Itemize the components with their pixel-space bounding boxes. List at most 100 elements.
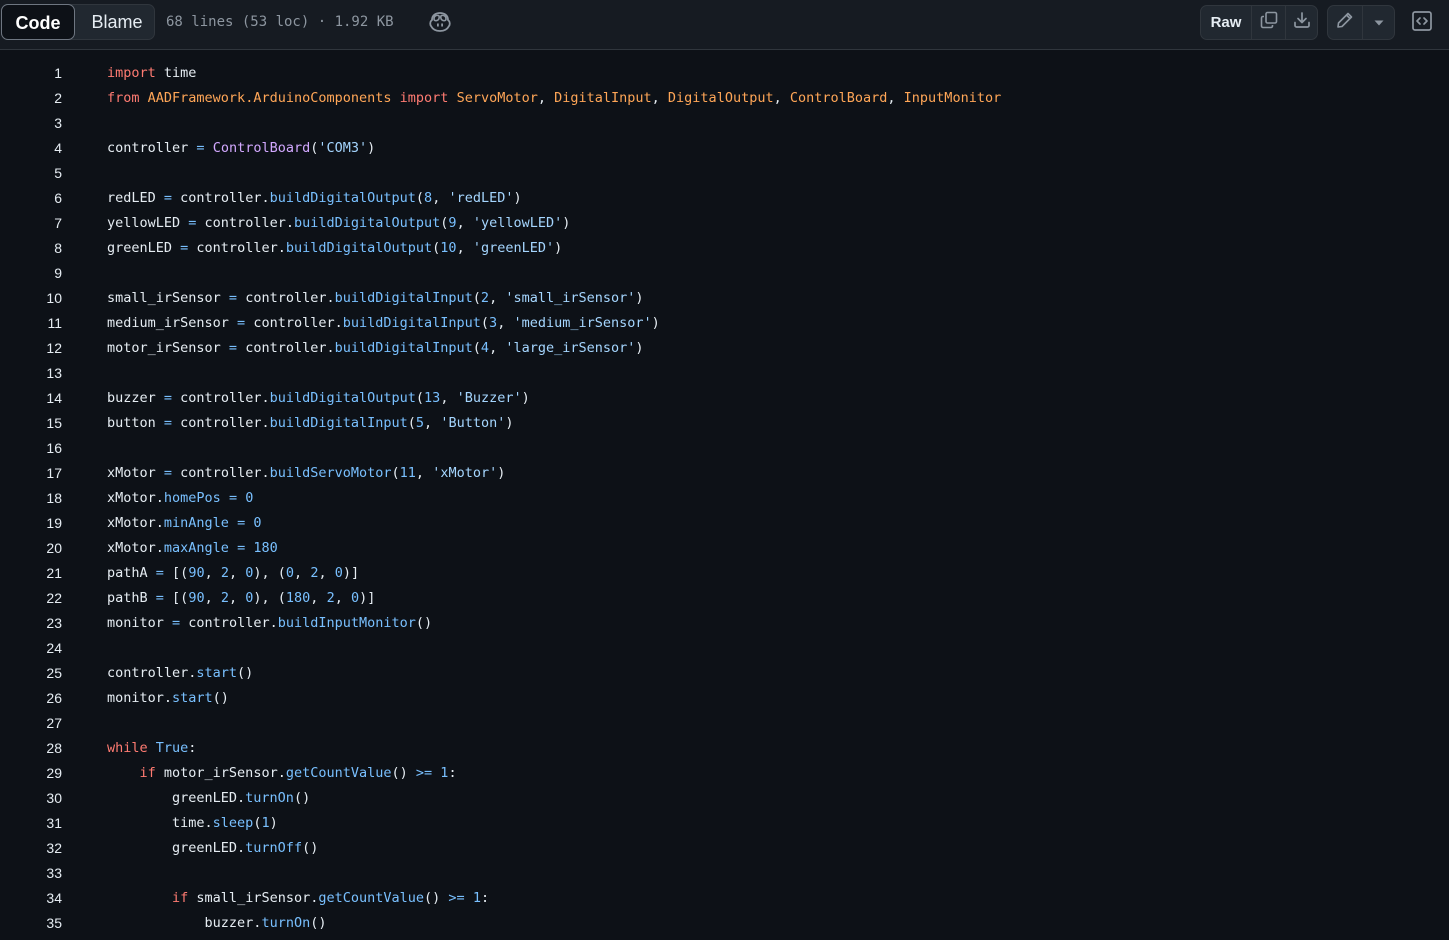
- copilot-icon[interactable]: [428, 11, 452, 33]
- line-number[interactable]: 16: [0, 436, 62, 461]
- line-number[interactable]: 5: [0, 161, 62, 186]
- code-token: ,: [334, 590, 351, 606]
- code-token: ): [505, 415, 514, 431]
- code-token: 0: [350, 590, 360, 606]
- code-token: 9: [448, 215, 457, 231]
- line-number[interactable]: 29: [0, 761, 62, 786]
- raw-button-label: Raw: [1210, 14, 1242, 31]
- tab-code[interactable]: Code: [1, 4, 75, 40]
- code-line: 29 if motor_irSensor.getCountValue() >= …: [0, 761, 1449, 786]
- line-number[interactable]: 33: [0, 861, 62, 886]
- code-token: redLED: [107, 190, 164, 206]
- line-number[interactable]: 13: [0, 361, 62, 386]
- line-number[interactable]: 10: [0, 286, 62, 311]
- code-token: pathB: [107, 590, 156, 606]
- code-token: controller.: [196, 215, 294, 231]
- line-number[interactable]: 28: [0, 736, 62, 761]
- code-line: 30 greenLED.turnOn(): [0, 786, 1449, 811]
- line-number[interactable]: 4: [0, 136, 62, 161]
- line-code: small_irSensor = controller.buildDigital…: [107, 286, 644, 311]
- line-number[interactable]: 18: [0, 486, 62, 511]
- code-token: :: [480, 890, 490, 906]
- line-number[interactable]: 9: [0, 261, 62, 286]
- line-code: pathA = [(90, 2, 0), (0, 2, 0)]: [107, 561, 359, 586]
- code-token: (): [237, 665, 254, 681]
- code-token: True: [155, 740, 189, 756]
- copy-raw-button[interactable]: [1252, 6, 1285, 39]
- code-token: =: [228, 490, 238, 506]
- line-number[interactable]: 32: [0, 836, 62, 861]
- code-line: 1 import time: [0, 61, 1449, 86]
- line-number[interactable]: 1: [0, 61, 62, 86]
- line-number[interactable]: 11: [0, 311, 62, 336]
- line-number[interactable]: 14: [0, 386, 62, 411]
- more-edit-options-button[interactable]: [1363, 6, 1395, 39]
- line-number[interactable]: 17: [0, 461, 62, 486]
- code-token: 4: [480, 340, 490, 356]
- code-line: 10 small_irSensor = controller.buildDigit…: [0, 286, 1449, 311]
- symbols-panel-button[interactable]: [1406, 7, 1438, 39]
- line-code: xMotor.homePos = 0: [107, 486, 253, 511]
- line-number[interactable]: 22: [0, 586, 62, 611]
- code-token: start: [196, 665, 238, 681]
- code-token: [(: [163, 590, 189, 606]
- line-number[interactable]: 7: [0, 211, 62, 236]
- line-number[interactable]: 34: [0, 886, 62, 911]
- line-number[interactable]: 20: [0, 536, 62, 561]
- line-number[interactable]: 15: [0, 411, 62, 436]
- line-number[interactable]: 6: [0, 186, 62, 211]
- raw-button[interactable]: Raw: [1201, 6, 1251, 39]
- line-number[interactable]: 2: [0, 86, 62, 111]
- line-number[interactable]: 21: [0, 561, 62, 586]
- code-token: )]: [359, 590, 376, 606]
- code-token: button: [107, 415, 164, 431]
- code-token: controller.: [107, 665, 197, 681]
- edit-file-button[interactable]: [1328, 6, 1362, 39]
- line-number[interactable]: 35: [0, 911, 62, 936]
- code-line: 12 motor_irSensor = controller.buildDigit…: [0, 336, 1449, 361]
- line-number[interactable]: 27: [0, 711, 62, 736]
- code-token: >=: [415, 765, 433, 781]
- line-code: xMotor.minAngle = 0: [107, 511, 262, 536]
- code-token: 0: [245, 490, 254, 506]
- code-token: motor_irSensor: [107, 340, 229, 356]
- line-number[interactable]: 19: [0, 511, 62, 536]
- code-token: ,: [228, 590, 246, 606]
- code-token: controller.: [237, 340, 335, 356]
- line-number[interactable]: 12: [0, 336, 62, 361]
- line-code: if motor_irSensor.getCountValue() >= 1:: [107, 761, 457, 786]
- line-number[interactable]: 25: [0, 661, 62, 686]
- code-token: (): [415, 615, 433, 631]
- line-number[interactable]: 26: [0, 686, 62, 711]
- code-token: start: [172, 690, 213, 706]
- code-token: controller.: [188, 240, 286, 256]
- line-code: motor_irSensor = controller.buildDigital…: [107, 336, 644, 361]
- line-number[interactable]: 23: [0, 611, 62, 636]
- line-number[interactable]: 24: [0, 636, 62, 661]
- tab-blame[interactable]: Blame: [78, 4, 156, 40]
- download-button[interactable]: [1286, 6, 1318, 39]
- code-line: 7 yellowLED = controller.buildDigitalOutp…: [0, 211, 1449, 236]
- code-line: 33: [0, 861, 1449, 886]
- line-number[interactable]: 3: [0, 111, 62, 136]
- line-number[interactable]: 31: [0, 811, 62, 836]
- code-token: ,: [318, 565, 335, 581]
- code-token: :: [448, 765, 457, 781]
- line-number[interactable]: 8: [0, 236, 62, 261]
- code-line: 35 buzzer.turnOn(): [0, 911, 1449, 936]
- code-token: ): [635, 290, 644, 306]
- line-code: yellowLED = controller.buildDigitalOutpu…: [107, 211, 570, 236]
- code-token: maxAngle: [163, 540, 229, 556]
- line-number[interactable]: 30: [0, 786, 62, 811]
- code-token: (: [391, 465, 400, 481]
- line-code: greenLED = controller.buildDigitalOutput…: [107, 236, 562, 261]
- line-code: buzzer = controller.buildDigitalOutput(1…: [107, 386, 530, 411]
- code-token: 90: [188, 565, 205, 581]
- code-line: 16: [0, 436, 1449, 461]
- code-token: buzzer.: [107, 915, 262, 931]
